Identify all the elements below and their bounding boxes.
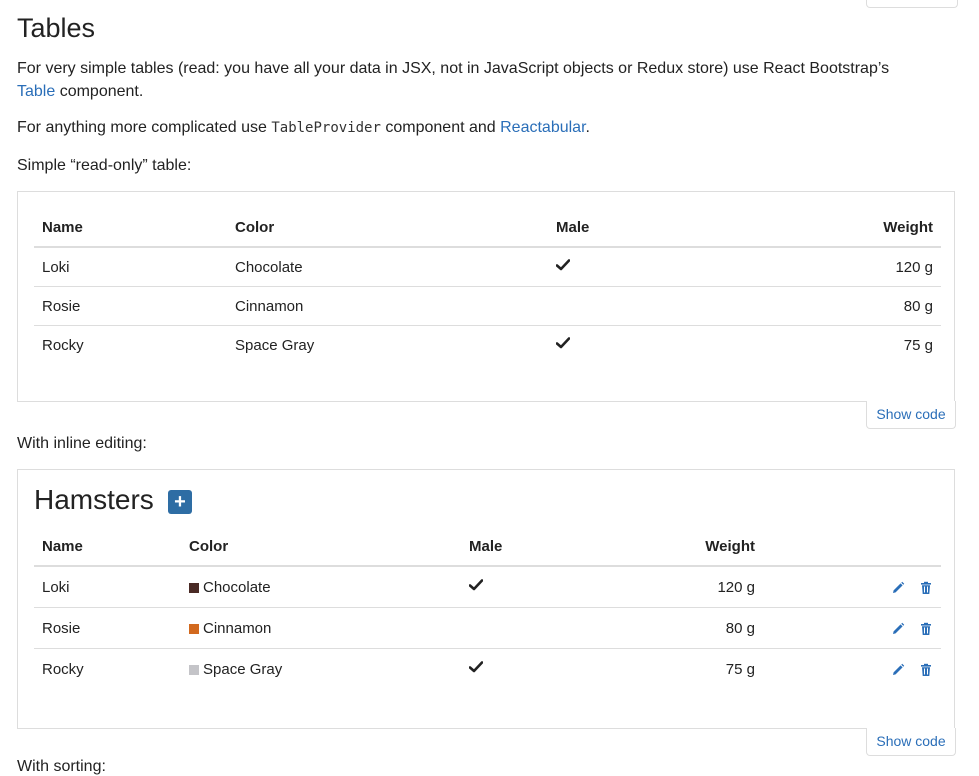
color-swatch bbox=[189, 582, 199, 593]
cell-male bbox=[548, 286, 714, 326]
table-row: Rosie Cinnamon 80 g bbox=[34, 286, 941, 326]
cell-name: Loki bbox=[34, 566, 181, 608]
provider-paragraph: For anything more complicated use TableP… bbox=[17, 119, 590, 136]
simple-table-panel: Name Color Male Weight Loki Chocolate 120 … bbox=[17, 191, 955, 402]
table-row: Rocky Space Gray 75 g bbox=[34, 649, 941, 690]
add-hamster-button[interactable]: + bbox=[168, 490, 192, 514]
cell-male bbox=[461, 566, 627, 608]
inline-editing-label: With inline editing: bbox=[17, 435, 147, 452]
reactabular-link[interactable]: Reactabular bbox=[500, 119, 585, 136]
trash-icon[interactable] bbox=[919, 622, 933, 636]
simple-table: Name Color Male Weight Loki Chocolate 120 … bbox=[34, 208, 941, 364]
simple-table-label: Simple “read-only” table: bbox=[17, 157, 192, 174]
checkmark-icon bbox=[555, 336, 571, 353]
cell-male bbox=[548, 247, 714, 287]
cell-weight: 75 g bbox=[903, 336, 933, 354]
header-name[interactable]: Name bbox=[34, 527, 181, 567]
cell-color: Space Gray bbox=[181, 649, 461, 690]
cell-actions bbox=[763, 566, 941, 608]
header-color[interactable]: Color bbox=[181, 527, 461, 567]
header-male[interactable]: Male bbox=[548, 208, 714, 248]
header-actions bbox=[763, 527, 941, 567]
cell-weight: 120 g bbox=[627, 566, 763, 608]
table-link[interactable]: Table bbox=[17, 83, 55, 100]
cell-name: Rocky bbox=[42, 336, 84, 354]
simple-show-code-button[interactable]: Show code bbox=[866, 401, 956, 429]
cell-color: Chocolate bbox=[181, 566, 461, 608]
cell-weight: 80 g bbox=[714, 286, 941, 326]
table-row: Rocky Space Gray 75 g bbox=[34, 326, 941, 365]
editable-show-code-button[interactable]: Show code bbox=[866, 728, 956, 756]
header-color[interactable]: Color bbox=[227, 208, 548, 248]
cell-weight: 120 g bbox=[714, 247, 941, 287]
trash-icon[interactable] bbox=[919, 663, 933, 677]
cell-color: Cinnamon bbox=[181, 607, 461, 649]
cell-name: Loki bbox=[34, 247, 227, 287]
cell-actions bbox=[763, 607, 941, 649]
pencil-icon[interactable] bbox=[891, 622, 905, 636]
top-show-code-button[interactable]: Show code bbox=[866, 0, 958, 8]
cell-male bbox=[461, 649, 627, 690]
cell-name: Rocky bbox=[42, 660, 84, 678]
trash-icon[interactable] bbox=[919, 581, 933, 595]
editable-table-panel: Hamsters + Name Color Male Weight Loki Ch… bbox=[17, 469, 955, 729]
hamsters-title: Hamsters bbox=[34, 484, 154, 515]
pencil-icon[interactable] bbox=[891, 663, 905, 677]
cell-color: Space Gray bbox=[235, 336, 315, 354]
cell-name: Rosie bbox=[34, 607, 181, 649]
header-name[interactable]: Name bbox=[34, 208, 227, 248]
checkmark-icon bbox=[468, 660, 484, 677]
cell-actions bbox=[763, 649, 941, 690]
header-weight[interactable]: Weight bbox=[714, 208, 941, 248]
cell-male bbox=[548, 326, 714, 365]
cell-weight: 80 g bbox=[627, 607, 763, 649]
color-label: Cinnamon bbox=[203, 619, 272, 637]
editable-table: Name Color Male Weight Loki Chocolate 120 … bbox=[34, 527, 941, 689]
cell-name: Rosie bbox=[34, 286, 227, 326]
cell-color: Cinnamon bbox=[227, 286, 548, 326]
tableprovider-code: TableProvider bbox=[271, 120, 381, 136]
checkmark-icon bbox=[468, 578, 484, 595]
cell-color: Chocolate bbox=[227, 247, 548, 287]
color-swatch bbox=[189, 623, 199, 634]
table-row: Loki Chocolate 120 g bbox=[34, 247, 941, 287]
color-label: Space Gray bbox=[203, 660, 283, 678]
header-male[interactable]: Male bbox=[461, 527, 627, 567]
sorting-label: With sorting: bbox=[17, 758, 106, 775]
page-title: Tables bbox=[17, 13, 96, 43]
cell-weight: 75 g bbox=[725, 660, 755, 678]
color-swatch bbox=[189, 664, 199, 675]
color-label: Chocolate bbox=[203, 578, 271, 596]
intro-paragraph: For very simple tables (read: you have a… bbox=[17, 60, 890, 100]
cell-male bbox=[461, 607, 627, 649]
pencil-icon[interactable] bbox=[891, 581, 905, 595]
table-row: Loki Chocolate 120 g bbox=[34, 566, 941, 608]
header-weight[interactable]: Weight bbox=[627, 527, 763, 567]
checkmark-icon bbox=[555, 258, 571, 275]
table-row: Rosie Cinnamon 80 g bbox=[34, 607, 941, 649]
plus-icon: + bbox=[174, 491, 186, 513]
